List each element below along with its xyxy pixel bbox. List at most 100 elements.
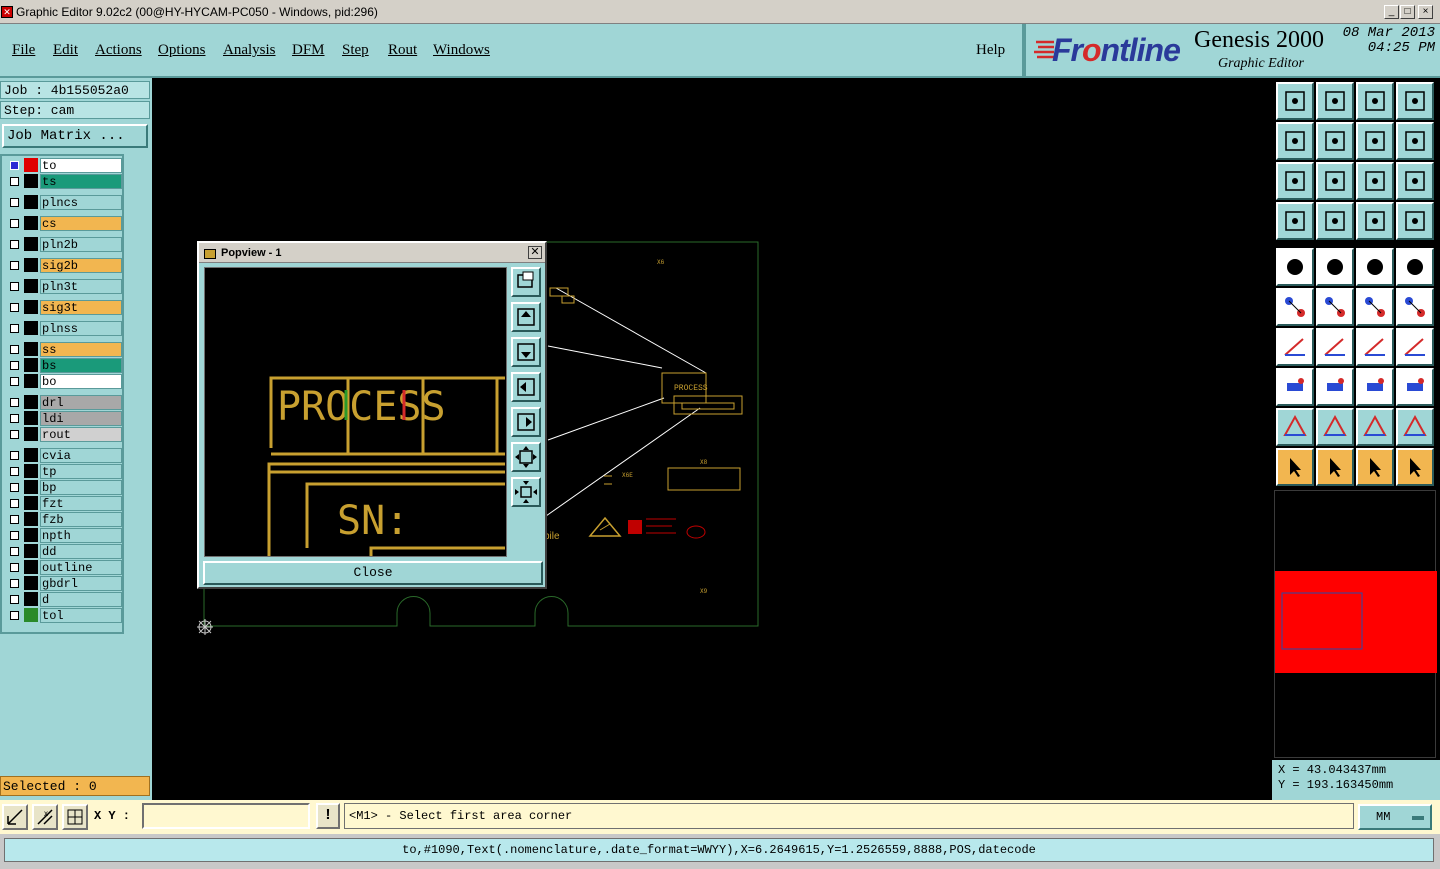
layer-row-plncs[interactable]: plncs: [4, 195, 122, 210]
layer-color-swatch[interactable]: [24, 592, 38, 606]
layer-name[interactable]: gbdrl: [40, 576, 122, 591]
net-blue-icon[interactable]: [1396, 202, 1434, 240]
layer-name[interactable]: fzb: [40, 512, 122, 527]
layer-color-swatch[interactable]: [24, 258, 38, 272]
menu-windows[interactable]: Windows: [433, 42, 490, 59]
menu-dfm[interactable]: DFM: [292, 42, 325, 59]
menu-actions[interactable]: Actions: [95, 42, 142, 59]
layer-row-ss[interactable]: ss: [4, 342, 122, 357]
layer-name[interactable]: plnss: [40, 321, 122, 336]
layer-row-bp[interactable]: bp: [4, 480, 122, 495]
layer-row-tp[interactable]: tp: [4, 464, 122, 479]
layer-name[interactable]: npth: [40, 528, 122, 543]
maximize-button[interactable]: □: [1400, 5, 1415, 19]
pan-right-icon[interactable]: [1316, 122, 1354, 160]
layer-checkbox[interactable]: [10, 282, 19, 291]
layer-color-swatch[interactable]: [24, 300, 38, 314]
layer-name[interactable]: outline: [40, 560, 122, 575]
grid-snap-icon[interactable]: [62, 804, 88, 830]
layer-checkbox[interactable]: [10, 345, 19, 354]
line-icon[interactable]: [1316, 328, 1354, 366]
layer-color-swatch[interactable]: [24, 342, 38, 356]
layer-checkbox[interactable]: [10, 451, 19, 460]
popview-viewport[interactable]: PROCESS SN:: [204, 267, 507, 557]
layer-color-swatch[interactable]: [24, 448, 38, 462]
menu-options[interactable]: Options: [158, 42, 206, 59]
menu-analysis[interactable]: Analysis: [223, 42, 276, 59]
popview-pan-right-button[interactable]: [511, 407, 541, 437]
layer-name[interactable]: rout: [40, 427, 122, 442]
layer-color-swatch[interactable]: [24, 358, 38, 372]
home-view-icon[interactable]: [1356, 82, 1394, 120]
layer-name[interactable]: tol: [40, 608, 122, 623]
layer-row-pln2b[interactable]: pln2b: [4, 237, 122, 252]
angle-icon[interactable]: [1276, 328, 1314, 366]
layer-row-to[interactable]: to: [4, 158, 122, 173]
minus-icon[interactable]: [1316, 368, 1354, 406]
layer-color-swatch[interactable]: [24, 174, 38, 188]
layer-checkbox[interactable]: [10, 219, 19, 228]
layer-row-pln3t[interactable]: pln3t: [4, 279, 122, 294]
menu-rout[interactable]: Rout: [388, 42, 417, 59]
layer-row-bs[interactable]: bs: [4, 358, 122, 373]
layer-row-plnss[interactable]: plnss: [4, 321, 122, 336]
layer-checkbox[interactable]: [10, 240, 19, 249]
layer-row-d[interactable]: d: [4, 592, 122, 607]
red-point-icon[interactable]: [1356, 288, 1394, 326]
layer-row-rout[interactable]: rout: [4, 427, 122, 442]
swap-icon[interactable]: [1396, 122, 1434, 160]
layer-checkbox[interactable]: [10, 430, 19, 439]
layer-color-swatch[interactable]: [24, 216, 38, 230]
layer-color-swatch[interactable]: [24, 560, 38, 574]
redraw-icon[interactable]: [1356, 122, 1394, 160]
layer-name[interactable]: bs: [40, 358, 122, 373]
select-box-icon[interactable]: [1316, 448, 1354, 486]
resize-icon[interactable]: [1356, 368, 1394, 406]
layer-row-npth[interactable]: npth: [4, 528, 122, 543]
menu-edit[interactable]: Edit: [53, 42, 78, 59]
layer-row-sig3t[interactable]: sig3t: [4, 300, 122, 315]
layer-checkbox[interactable]: [10, 547, 19, 556]
layer-color-swatch[interactable]: [24, 395, 38, 409]
pan-left-icon[interactable]: [1276, 122, 1314, 160]
drill-icon[interactable]: [1316, 202, 1354, 240]
layer-checkbox[interactable]: [10, 161, 19, 170]
layer-color-swatch[interactable]: [24, 480, 38, 494]
add-pad-icon[interactable]: [1276, 248, 1314, 286]
layer-checkbox[interactable]: [10, 611, 19, 620]
layer-name[interactable]: plncs: [40, 195, 122, 210]
arch-icon[interactable]: [1356, 408, 1394, 446]
layer-row-fzt[interactable]: fzt: [4, 496, 122, 511]
layer-row-tol[interactable]: tol: [4, 608, 122, 623]
layer-name[interactable]: tp: [40, 464, 122, 479]
select-circle-icon[interactable]: [1356, 448, 1394, 486]
layer-row-bo[interactable]: bo: [4, 374, 122, 389]
layer-name[interactable]: dd: [40, 544, 122, 559]
layer-row-gbdrl[interactable]: gbdrl: [4, 576, 122, 591]
layer-name[interactable]: sig2b: [40, 258, 122, 273]
layer-checkbox[interactable]: [10, 563, 19, 572]
popview-close-button[interactable]: Close: [203, 561, 543, 585]
popview-close-x[interactable]: ✕: [528, 246, 542, 259]
layer-color-swatch[interactable]: [24, 544, 38, 558]
add-square-icon[interactable]: [1276, 368, 1314, 406]
popview-pan-up-button[interactable]: [511, 302, 541, 332]
popview-pan-down-button[interactable]: [511, 337, 541, 367]
snap-corner-icon[interactable]: [2, 804, 28, 830]
layer-checkbox[interactable]: [10, 595, 19, 604]
layer-row-drl[interactable]: drl: [4, 395, 122, 410]
layer-row-ldi[interactable]: ldi: [4, 411, 122, 426]
layer-color-swatch[interactable]: [24, 512, 38, 526]
layer-checkbox[interactable]: [10, 398, 19, 407]
triangle-cut-icon[interactable]: [1316, 408, 1354, 446]
layer-name[interactable]: d: [40, 592, 122, 607]
popview-zoom-window-button[interactable]: [511, 267, 541, 297]
circle-pad-icon[interactable]: [1396, 248, 1434, 286]
layer-color-swatch[interactable]: [24, 321, 38, 335]
layer-name[interactable]: drl: [40, 395, 122, 410]
layer-checkbox[interactable]: [10, 198, 19, 207]
layer-checkbox[interactable]: [10, 483, 19, 492]
layer-name[interactable]: cvia: [40, 448, 122, 463]
triangle-icon[interactable]: [1276, 408, 1314, 446]
menu-help[interactable]: Help: [976, 42, 1005, 59]
